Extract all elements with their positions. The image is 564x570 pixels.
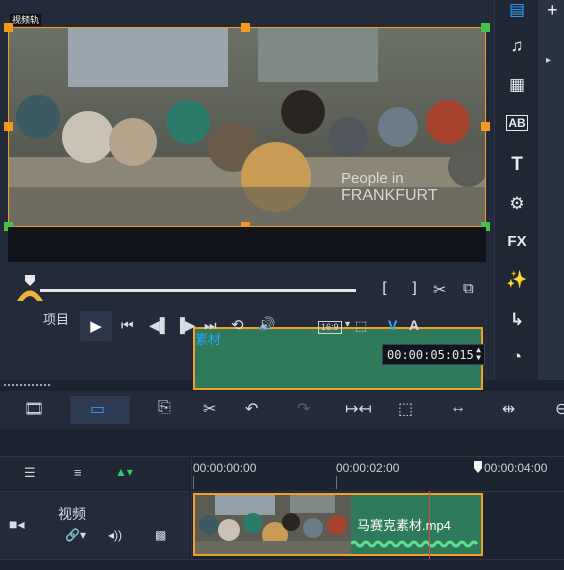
play-button[interactable]: ▶ [80, 311, 112, 341]
audio-waveform [351, 540, 479, 548]
timecode-stepper-icon[interactable]: ▲ ▼ [476, 346, 481, 362]
tools-icon[interactable]: ✂ [203, 399, 216, 419]
timeline-view-icon: ▭ [90, 401, 106, 418]
library-tool-bar: ▤ ♫ ▦ AB T ⚙ FX ✨ ↳ ◔ [494, 0, 538, 380]
track-volume-icon[interactable]: ◂)) [108, 528, 122, 542]
overlay-line2: FRANKFURT [341, 187, 438, 204]
video-preview[interactable]: People in FRANKFURT [8, 27, 486, 227]
fx-icon[interactable]: FX [495, 233, 539, 250]
ruler-tc-0: 00:00:00:00 [193, 461, 257, 475]
add-track-icon[interactable]: ≡ [74, 465, 82, 480]
mode-project[interactable]: 项目 [43, 309, 69, 328]
resize-handle-l[interactable] [4, 122, 13, 131]
track-bottom-edge [0, 559, 564, 570]
editor-window: People in FRANKFURT 视频轨 [ ] ✂ ⧉ 项目 素材 ▶ … [0, 0, 564, 570]
end-icon[interactable]: ⏭ [204, 317, 217, 334]
resize-handle-tl[interactable] [4, 23, 13, 32]
timecode-display[interactable]: 00:00:05:015 ▲ ▼ [382, 344, 485, 365]
track-manager-bar: ☰ ≡ ▲▾ [0, 456, 190, 490]
letterbox-band [8, 227, 486, 262]
volume-icon[interactable]: 🔊 [258, 316, 275, 333]
previous-frame-icon[interactable]: ◀▌ [149, 317, 170, 334]
track-manager-icon[interactable]: ☰ [24, 465, 36, 481]
redo-icon[interactable]: ↷ [297, 399, 310, 419]
text-icon[interactable]: T [495, 154, 539, 176]
aspect-ratio-button[interactable]: 16:9 [318, 321, 342, 334]
scissors-icon[interactable]: ✂ [433, 280, 446, 300]
chapter-marker-icon[interactable]: ▲▾ [115, 465, 133, 479]
copy-clip-icon[interactable]: ⎘ [158, 399, 171, 417]
mark-out-button[interactable]: ] [410, 279, 419, 297]
library-panel-edge: + ▸ [538, 0, 564, 380]
scrub-bar[interactable] [40, 289, 356, 292]
speedometer-icon[interactable]: ◔ [495, 347, 539, 367]
repeat-icon[interactable]: ⟲ [231, 316, 244, 334]
checker-icon[interactable]: ▩ [155, 528, 166, 542]
scrubber-handle-icon[interactable] [15, 275, 45, 303]
track-name[interactable]: 视频 [58, 504, 86, 524]
ruler-tick [336, 476, 337, 489]
a-track-icon[interactable]: A [409, 317, 419, 333]
skew-handle-tr[interactable] [481, 23, 490, 32]
transition-icon[interactable]: ⚙ [495, 194, 539, 214]
more-tools-icon[interactable]: ⊖ [555, 399, 564, 419]
play-icon: ▶ [90, 318, 102, 335]
resize-handle-t[interactable] [241, 23, 250, 32]
video-track-header: ■◂ 视频 🔗▾ ◂)) ▩ [0, 491, 190, 559]
enlarge-preview-icon[interactable]: ⧉ [463, 280, 474, 297]
magic-wand-icon[interactable]: ✨ [495, 270, 539, 290]
media-icon[interactable]: ▤ [495, 0, 539, 20]
resize-handle-r[interactable] [481, 122, 490, 131]
ruler-tc-2: 00:00:04:00 [484, 461, 548, 475]
extend-icon[interactable]: ⇹ [502, 399, 515, 419]
video-frame-image: People in FRANKFURT [8, 27, 486, 227]
panel-grip[interactable] [4, 384, 50, 387]
trim-icon[interactable]: ↔ [450, 399, 466, 417]
crop-icon[interactable]: ⬚ [355, 318, 367, 334]
split-screen-icon[interactable]: ⬚ [398, 399, 413, 419]
path-icon[interactable]: ↳ [495, 310, 539, 330]
ruler-tick [193, 476, 194, 489]
aspect-dropdown-icon[interactable]: ▾ [345, 319, 350, 330]
video-camera-icon: ■◂ [9, 516, 25, 532]
video-clip[interactable]: 马赛克素材.mp4 [193, 493, 483, 556]
expand-arrow-icon[interactable]: ▸ [546, 55, 551, 66]
home-icon[interactable]: ⏮ [121, 317, 134, 334]
add-icon[interactable]: + [547, 0, 558, 21]
link-icon[interactable]: 🔗▾ [65, 528, 86, 542]
clip-name: 马赛克素材.mp4 [357, 518, 451, 533]
storyboard-view-icon[interactable]: 🎞 [24, 399, 44, 419]
clip-thumbnail [195, 495, 351, 554]
mark-in-button[interactable]: [ [380, 279, 389, 297]
timecode-value: 00:00:05:015 [387, 347, 474, 362]
title-icon-label: AB [506, 115, 528, 131]
track-tag-label: 视频轨 [10, 14, 42, 26]
undo-icon[interactable]: ↶ [245, 399, 258, 419]
overlay-line1: People in [341, 170, 404, 187]
title-icon[interactable]: AB [495, 115, 539, 131]
next-frame-icon[interactable]: ▐▶ [175, 317, 196, 334]
ruler-tc-1: 00:00:02:00 [336, 461, 400, 475]
fit-timeline-icon[interactable]: ↦↤ [345, 399, 372, 419]
instant-project-icon[interactable]: ▦ [495, 75, 539, 95]
v-track-icon[interactable]: V [388, 317, 397, 333]
audio-icon[interactable]: ♫ [495, 36, 539, 56]
